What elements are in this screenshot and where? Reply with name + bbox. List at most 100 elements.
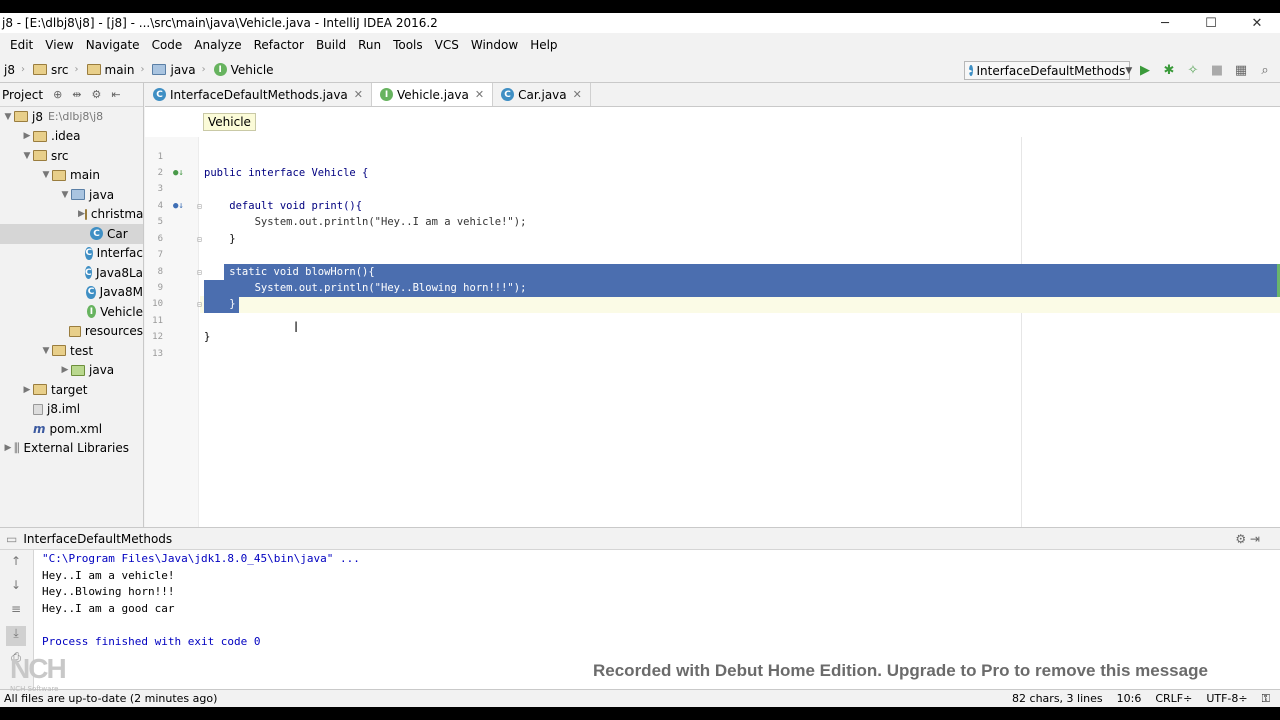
gear-icon[interactable]: ⚙ ⇥ [1235,532,1260,546]
crumb-vehicle[interactable]: I Vehicle [210,63,278,77]
expand-arrow-icon[interactable]: ▼ [40,346,52,356]
project-panel-title[interactable]: Project [2,88,43,102]
menu-run[interactable]: Run [352,38,387,52]
close-tab-icon[interactable]: ✕ [354,88,363,101]
scroll-to-end-icon[interactable]: ⤓ [6,626,26,646]
tree-item[interactable]: C Interfac [0,244,143,264]
fold-icon[interactable]: ⊟ [197,235,202,244]
menu-code[interactable]: Code [146,38,189,52]
sync-icon[interactable]: ⊕ [53,88,62,101]
tree-item[interactable]: I Vehicle [0,302,143,322]
menu-refactor[interactable]: Refactor [248,38,310,52]
tree-item[interactable]: resources [0,322,143,342]
tab-car[interactable]: C Car.java ✕ [493,83,591,106]
tree-item[interactable]: ▼ j8 E:\dlbj8\j8 [0,107,143,127]
expand-arrow-icon[interactable]: ▶ [21,385,33,395]
gear-icon[interactable]: ⚙ [92,88,102,101]
collapse-icon[interactable]: ⇹ [72,88,81,101]
crumb-src[interactable]: src › [29,63,83,77]
tree-item[interactable]: ▼ main [0,166,143,186]
up-arrow-icon[interactable]: ↑ [6,554,26,574]
line-number: 8 [157,267,163,278]
class-icon: C [501,88,515,101]
tree-item[interactable]: C Java8La [0,263,143,283]
tree-item-label: pom.xml [49,421,103,436]
tree-item[interactable]: m pom.xml [0,419,143,439]
window-title: j8 - [E:\dlbj8\j8] - [j8] - ...\src\main… [2,16,438,30]
tree-item[interactable]: C Java8M [0,283,143,303]
code-text: } [204,233,236,246]
console-line: Hey..Blowing horn!!! [42,585,175,598]
project-tool-window: Project ⊕ ⇹ ⚙ ⇤ ▼ j8 E:\dlbj8\j8 ▶ .idea ▼ src… [0,83,144,527]
debug-icon[interactable]: ✱ [1160,61,1178,79]
tree-item[interactable]: ▶ christmas [0,205,143,225]
expand-arrow-icon[interactable]: ▶ [21,131,33,141]
close-tab-icon[interactable]: ✕ [573,88,582,101]
tab-interfacedefaultmethods[interactable]: C InterfaceDefaultMethods.java ✕ [145,83,373,106]
maximize-button[interactable]: ☐ [1188,13,1234,33]
recording-watermark: Recorded with Debut Home Edition. Upgrad… [593,661,1208,680]
run-toolbar: ▶ ✱ ✧ ■ ▦ ⌕ [1136,61,1274,79]
tree-item[interactable]: ▶ java [0,361,143,381]
source-folder-icon [71,189,85,201]
fold-icon[interactable]: ⊟ [197,300,202,309]
expand-arrow-icon[interactable]: ▶ [59,365,71,375]
tree-item[interactable]: ▶ ⫼ External Libraries [0,439,143,459]
overridden-icon[interactable]: ●↓ [173,201,184,211]
expand-arrow-icon[interactable]: ▼ [40,170,52,180]
crumb-project[interactable]: j8 › [0,63,29,77]
expand-arrow-icon[interactable]: ▼ [59,190,71,200]
close-tab-icon[interactable]: ✕ [475,88,484,101]
tree-item-label: .idea [51,129,81,144]
project-structure-icon[interactable]: ▦ [1232,61,1250,79]
interface-icon: I [213,63,227,76]
code-text: public interface Vehicle { [204,167,369,180]
lock-icon[interactable]: ⚿ [1262,692,1270,706]
editor-breadcrumb[interactable]: Vehicle [203,113,256,131]
expand-arrow-icon[interactable]: ▼ [21,151,33,161]
expand-arrow-icon[interactable]: ▼ [2,112,14,122]
fold-icon[interactable]: ⊟ [197,268,202,277]
run-panel-title[interactable]: InterfaceDefaultMethods [23,532,172,546]
run-configuration-select[interactable]: ▸ InterfaceDefaultMethods ▼ [964,61,1132,80]
tree-item[interactable]: ▶ .idea [0,127,143,147]
menu-navigate[interactable]: Navigate [80,38,146,52]
menu-tools[interactable]: Tools [387,38,429,52]
crumb-java[interactable]: java › [148,63,209,77]
expand-arrow-icon[interactable]: ▶ [78,209,85,219]
tree-item[interactable]: j8.iml [0,400,143,420]
file-encoding[interactable]: UTF-8÷ [1206,692,1247,706]
menu-analyze[interactable]: Analyze [188,38,247,52]
stop-icon[interactable]: ■ [1208,61,1226,79]
tree-item[interactable]: ▶ target [0,380,143,400]
close-button[interactable]: ✕ [1234,13,1280,33]
menu-window[interactable]: Window [465,38,524,52]
menu-build[interactable]: Build [310,38,352,52]
menu-edit[interactable]: Edit [4,38,39,52]
tree-item[interactable]: ▼ test [0,341,143,361]
menu-help[interactable]: Help [524,38,563,52]
crumb-main[interactable]: main › [83,63,149,77]
down-arrow-icon[interactable]: ↓ [6,578,26,598]
line-number: 11 [152,316,163,327]
minimize-button[interactable]: ─ [1142,13,1188,33]
tree-item[interactable]: C Car [0,224,143,244]
run-icon[interactable]: ▶ [1136,61,1154,79]
caret-position[interactable]: 10:6 [1117,692,1142,706]
expand-arrow-icon[interactable]: ▶ [2,443,14,453]
hide-icon[interactable]: ⇤ [111,88,120,101]
tree-item[interactable]: ▼ src [0,146,143,166]
search-icon[interactable]: ⌕ [1256,61,1274,79]
fold-icon[interactable]: ⊟ [197,202,202,211]
tree-item[interactable]: ▼ java [0,185,143,205]
class-icon: C [85,246,93,260]
line-separator[interactable]: CRLF÷ [1155,692,1192,706]
implemented-icon[interactable]: ●↓ [173,168,184,178]
coverage-icon[interactable]: ✧ [1184,61,1202,79]
menu-vcs[interactable]: VCS [429,38,465,52]
tab-vehicle[interactable]: I Vehicle.java ✕ [372,83,494,106]
soft-wrap-icon[interactable]: ≡ [6,602,26,622]
menu-view[interactable]: View [39,38,79,52]
code-editor[interactable]: Vehicle 1 2 ●↓ public interface Vehicle … [145,107,1280,527]
folder-icon [33,130,47,142]
